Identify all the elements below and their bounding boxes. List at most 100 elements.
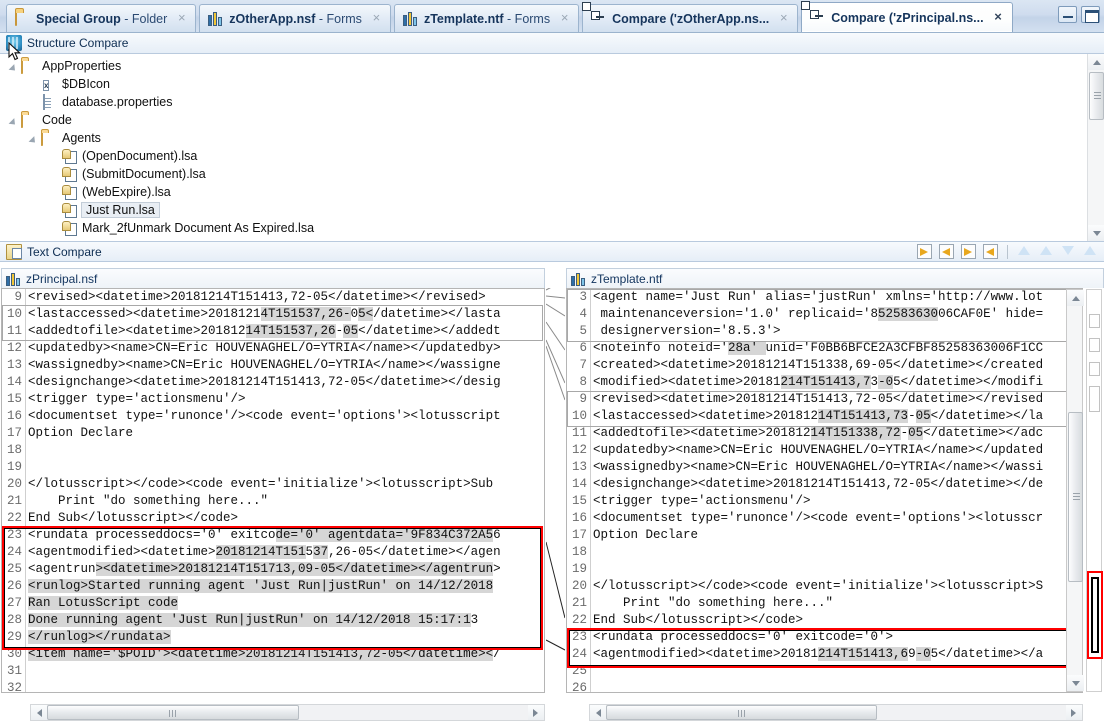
tree-item-just-run-lsa[interactable]: Just Run.lsa <box>0 201 1104 219</box>
line-number: 19 <box>2 459 26 476</box>
tree-item-dbicon[interactable]: x $DBIcon <box>0 75 1104 93</box>
copy-current-right-to-left-button[interactable] <box>981 243 1001 261</box>
tree-item-agents[interactable]: Agents <box>0 129 1104 147</box>
line-number: 20 <box>567 578 591 595</box>
copy-all-right-to-left-button[interactable] <box>937 243 957 261</box>
expand-arrow-icon[interactable] <box>8 114 21 127</box>
scroll-up-icon[interactable] <box>1088 54 1104 70</box>
previous-difference-button[interactable] <box>1036 243 1056 261</box>
tree-item-database-properties[interactable]: database.properties <box>0 93 1104 111</box>
scroll-left-icon[interactable] <box>31 705 47 720</box>
close-icon[interactable]: × <box>369 11 384 26</box>
structure-tree: AppProperties x $DBIcon database.properties… <box>0 54 1104 237</box>
tab-label: zOtherApp.nsf <box>229 11 316 26</box>
tree-item-opendocument-lsa[interactable]: (OpenDocument).lsa <box>0 147 1104 165</box>
line-number: 9 <box>2 289 26 306</box>
code-line: 23 <rundata processeddocs='0' exitcode='0… <box>2 527 501 544</box>
line-text: <revised><datetime>20181214T151413,72-05… <box>28 290 486 304</box>
overview-marker <box>1089 338 1100 352</box>
close-icon[interactable]: × <box>174 11 189 26</box>
tab-compare-zotherapp[interactable]: Compare ('zOtherApp.ns... × <box>582 4 799 32</box>
nsf-database-icon <box>208 11 224 27</box>
folder-icon <box>21 57 38 74</box>
code-line: 13 <wassignedby><name>CN=Eric HOUVENAGHEL… <box>2 357 501 374</box>
scrollbar-thumb[interactable] <box>1068 412 1083 582</box>
close-icon[interactable]: × <box>776 11 791 26</box>
code-line: 24 <agentmodified><datetime>20181214T1515… <box>2 544 501 561</box>
restore-button[interactable] <box>1081 6 1100 23</box>
copy-all-left-to-right-button[interactable] <box>915 243 935 261</box>
tab-special-group[interactable]: Special Group - Folder × <box>6 4 197 32</box>
diff-connector-gutter <box>546 288 565 693</box>
tree-item-webexpire-lsa[interactable]: (WebExpire).lsa <box>0 183 1104 201</box>
line-text: <wassignedby><name>CN=Eric HOUVENAGHEL/O… <box>28 358 501 372</box>
tree-item-code[interactable]: Code <box>0 111 1104 129</box>
scrollbar-thumb[interactable] <box>1089 72 1104 120</box>
line-number: 11 <box>2 323 26 340</box>
left-text-editor[interactable]: 9 <revised><datetime>20181214T151413,72-0… <box>1 288 545 693</box>
line-number: 29 <box>2 629 26 646</box>
line-number: 8 <box>567 374 591 391</box>
structure-tree-scrollbar[interactable] <box>1087 54 1104 241</box>
previous-change-button[interactable] <box>1080 243 1100 261</box>
tree-item-mark-2funmark-document-as-expired-lsa[interactable]: Mark_2fUnmark Document As Expired.lsa <box>0 219 1104 237</box>
right-editor-hscrollbar[interactable] <box>589 704 1083 721</box>
line-text: End Sub</lotusscript></code> <box>28 511 239 525</box>
minimize-button[interactable] <box>1058 6 1077 23</box>
line-text: <agentrun><datetime>20181214T151713,09-0… <box>28 562 501 576</box>
line-text: <item name='$POID'><datetime>20181214T15… <box>28 647 501 661</box>
code-line: 31 <box>2 663 501 680</box>
scrollbar-track[interactable] <box>299 705 528 720</box>
structure-compare-icon <box>6 35 22 51</box>
close-icon[interactable]: × <box>557 11 572 26</box>
next-difference-button[interactable] <box>1014 243 1034 261</box>
next-change-button[interactable] <box>1058 243 1078 261</box>
tab-ztemplate-forms[interactable]: zTemplate.ntf - Forms × <box>393 4 580 32</box>
tree-item-appproperties[interactable]: AppProperties <box>0 57 1104 75</box>
diff-connector-lines <box>546 288 565 651</box>
right-text-editor[interactable]: 3 <agent name='Just Run' alias='justRun' … <box>566 288 1083 693</box>
scroll-right-icon[interactable] <box>528 705 544 720</box>
diff-overview-ruler[interactable] <box>1086 289 1103 692</box>
code-line: 26 <box>567 680 1043 692</box>
tab-zotherapp-forms[interactable]: zOtherApp.nsf - Forms × <box>199 4 391 32</box>
close-icon[interactable]: × <box>991 10 1006 25</box>
line-number: 27 <box>2 595 26 612</box>
code-line: 19 <box>567 561 1043 578</box>
expand-arrow-icon[interactable] <box>8 60 21 73</box>
right-code-content: 3 <agent name='Just Run' alias='justRun' … <box>567 289 1044 692</box>
left-editor-hscrollbar[interactable] <box>30 704 545 721</box>
line-number: 17 <box>567 527 591 544</box>
line-number: 11 <box>567 425 591 442</box>
line-number: 22 <box>567 612 591 629</box>
scroll-left-icon[interactable] <box>590 705 606 720</box>
code-line: 3 <agent name='Just Run' alias='justRun' … <box>567 289 1043 306</box>
tab-compare-zprincipal[interactable]: Compare ('zPrincipal.ns... × <box>801 2 1013 32</box>
editor-tab-bar: Special Group - Folder × zOtherApp.nsf -… <box>0 0 1104 33</box>
right-file-name: zTemplate.ntf <box>591 271 663 286</box>
structure-compare-header: Structure Compare <box>0 33 1104 54</box>
right-editor-scrollbar[interactable] <box>1066 289 1084 692</box>
line-number: 18 <box>567 544 591 561</box>
window-controls <box>1058 6 1100 23</box>
scrollbar-track[interactable] <box>877 705 1066 720</box>
scroll-down-icon[interactable] <box>1088 225 1104 241</box>
line-number: 26 <box>567 680 591 692</box>
scroll-down-icon[interactable] <box>1067 675 1084 691</box>
line-number: 7 <box>567 357 591 374</box>
line-text: End Sub</lotusscript></code> <box>593 613 804 627</box>
scroll-up-icon[interactable] <box>1067 290 1084 306</box>
code-line: 18 <box>2 442 501 459</box>
line-text <box>591 663 593 680</box>
tree-item-submitdocument-lsa[interactable]: (SubmitDocument).lsa <box>0 165 1104 183</box>
line-text: <agentmodified><datetime>20181214T151413… <box>593 647 1044 661</box>
copy-current-left-to-right-button[interactable] <box>959 243 979 261</box>
scrollbar-thumb[interactable] <box>47 705 299 720</box>
line-number: 9 <box>567 391 591 408</box>
line-number: 12 <box>2 340 26 357</box>
scrollbar-thumb[interactable] <box>606 705 877 720</box>
structure-compare-tree-panel[interactable]: AppProperties x $DBIcon database.properties… <box>0 54 1104 241</box>
scroll-right-icon[interactable] <box>1066 705 1082 720</box>
expand-arrow-icon[interactable] <box>28 132 41 145</box>
